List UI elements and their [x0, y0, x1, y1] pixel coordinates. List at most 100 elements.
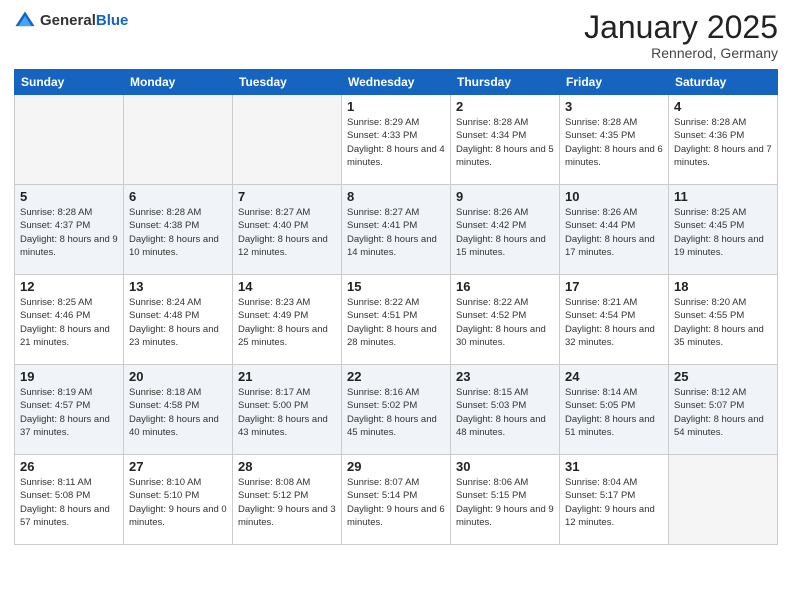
day-info: Sunrise: 8:28 AM Sunset: 4:34 PM Dayligh…	[456, 116, 554, 169]
day-number: 13	[129, 279, 227, 294]
day-number: 31	[565, 459, 663, 474]
calendar-cell: 1Sunrise: 8:29 AM Sunset: 4:33 PM Daylig…	[342, 95, 451, 185]
header-tuesday: Tuesday	[233, 70, 342, 95]
day-number: 7	[238, 189, 336, 204]
day-number: 16	[456, 279, 554, 294]
day-info: Sunrise: 8:27 AM Sunset: 4:40 PM Dayligh…	[238, 206, 336, 259]
calendar-cell: 28Sunrise: 8:08 AM Sunset: 5:12 PM Dayli…	[233, 455, 342, 545]
calendar-cell	[669, 455, 778, 545]
calendar-week-4: 19 Sunrise: 8:19 AM Sunset: 4:57 PM Dayli…	[15, 365, 778, 455]
day-info: Sunrise: 8:23 AM Sunset: 4:49 PM Dayligh…	[238, 296, 336, 349]
calendar-cell: 6 Sunrise: 8:28 AM Sunset: 4:38 PM Daylig…	[124, 185, 233, 275]
day-info: Sunrise: 8:12 AM Sunset: 5:07 PM Dayligh…	[674, 386, 772, 439]
day-number: 6	[129, 189, 227, 204]
day-number: 17	[565, 279, 663, 294]
day-info: Sunrise: 8:14 AM Sunset: 5:05 PM Dayligh…	[565, 386, 663, 439]
calendar-cell: 23 Sunrise: 8:15 AM Sunset: 5:03 PM Dayli…	[451, 365, 560, 455]
calendar-cell: 3Sunrise: 8:28 AM Sunset: 4:35 PM Daylig…	[560, 95, 669, 185]
day-info: Sunrise: 8:28 AM Sunset: 4:35 PM Dayligh…	[565, 116, 663, 169]
calendar: Sunday Monday Tuesday Wednesday Thursday…	[14, 69, 778, 545]
calendar-cell: 14 Sunrise: 8:23 AM Sunset: 4:49 PM Dayli…	[233, 275, 342, 365]
day-number: 25	[674, 369, 772, 384]
calendar-cell	[15, 95, 124, 185]
calendar-cell: 27 Sunrise: 8:10 AM Sunset: 5:10 PM Dayli…	[124, 455, 233, 545]
day-number: 15	[347, 279, 445, 294]
day-number: 11	[674, 189, 772, 204]
day-info: Sunrise: 8:28 AM Sunset: 4:37 PM Dayligh…	[20, 206, 118, 259]
day-number: 30	[456, 459, 554, 474]
day-number: 9	[456, 189, 554, 204]
header-sunday: Sunday	[15, 70, 124, 95]
day-number: 10	[565, 189, 663, 204]
calendar-cell: 16 Sunrise: 8:22 AM Sunset: 4:52 PM Dayli…	[451, 275, 560, 365]
day-info: Sunrise: 8:22 AM Sunset: 4:51 PM Dayligh…	[347, 296, 445, 349]
location: Rennerod, Germany	[584, 45, 778, 61]
title-block: January 2025 Rennerod, Germany	[584, 10, 778, 61]
calendar-cell: 17 Sunrise: 8:21 AM Sunset: 4:54 PM Dayli…	[560, 275, 669, 365]
month-title: January 2025	[584, 10, 778, 45]
calendar-cell: 9 Sunrise: 8:26 AM Sunset: 4:42 PM Daylig…	[451, 185, 560, 275]
day-number: 8	[347, 189, 445, 204]
weekday-header-row: Sunday Monday Tuesday Wednesday Thursday…	[15, 70, 778, 95]
logo: GeneralBlue	[14, 10, 128, 32]
calendar-cell: 22 Sunrise: 8:16 AM Sunset: 5:02 PM Dayli…	[342, 365, 451, 455]
day-info: Sunrise: 8:06 AM Sunset: 5:15 PM Dayligh…	[456, 476, 554, 529]
day-number: 1	[347, 99, 445, 114]
calendar-body: 1Sunrise: 8:29 AM Sunset: 4:33 PM Daylig…	[15, 95, 778, 545]
day-info: Sunrise: 8:22 AM Sunset: 4:52 PM Dayligh…	[456, 296, 554, 349]
day-info: Sunrise: 8:28 AM Sunset: 4:38 PM Dayligh…	[129, 206, 227, 259]
calendar-cell: 5Sunrise: 8:28 AM Sunset: 4:37 PM Daylig…	[15, 185, 124, 275]
day-number: 22	[347, 369, 445, 384]
day-number: 14	[238, 279, 336, 294]
day-info: Sunrise: 8:24 AM Sunset: 4:48 PM Dayligh…	[129, 296, 227, 349]
day-info: Sunrise: 8:04 AM Sunset: 5:17 PM Dayligh…	[565, 476, 663, 529]
day-number: 27	[129, 459, 227, 474]
calendar-cell	[233, 95, 342, 185]
calendar-cell: 11 Sunrise: 8:25 AM Sunset: 4:45 PM Dayli…	[669, 185, 778, 275]
calendar-cell: 12 Sunrise: 8:25 AM Sunset: 4:46 PM Dayli…	[15, 275, 124, 365]
header-saturday: Saturday	[669, 70, 778, 95]
calendar-cell: 21 Sunrise: 8:17 AM Sunset: 5:00 PM Dayli…	[233, 365, 342, 455]
calendar-cell: 10 Sunrise: 8:26 AM Sunset: 4:44 PM Dayli…	[560, 185, 669, 275]
day-number: 20	[129, 369, 227, 384]
header-wednesday: Wednesday	[342, 70, 451, 95]
day-number: 18	[674, 279, 772, 294]
day-info: Sunrise: 8:25 AM Sunset: 4:45 PM Dayligh…	[674, 206, 772, 259]
day-number: 24	[565, 369, 663, 384]
calendar-week-5: 26Sunrise: 8:11 AM Sunset: 5:08 PM Dayli…	[15, 455, 778, 545]
day-info: Sunrise: 8:26 AM Sunset: 4:42 PM Dayligh…	[456, 206, 554, 259]
day-number: 21	[238, 369, 336, 384]
calendar-cell: 18Sunrise: 8:20 AM Sunset: 4:55 PM Dayli…	[669, 275, 778, 365]
calendar-cell: 8 Sunrise: 8:27 AM Sunset: 4:41 PM Daylig…	[342, 185, 451, 275]
day-info: Sunrise: 8:10 AM Sunset: 5:10 PM Dayligh…	[129, 476, 227, 529]
header: GeneralBlue January 2025 Rennerod, Germa…	[14, 10, 778, 61]
day-info: Sunrise: 8:28 AM Sunset: 4:36 PM Dayligh…	[674, 116, 772, 169]
day-number: 2	[456, 99, 554, 114]
day-number: 23	[456, 369, 554, 384]
day-number: 19	[20, 369, 118, 384]
day-info: Sunrise: 8:25 AM Sunset: 4:46 PM Dayligh…	[20, 296, 118, 349]
calendar-week-3: 12 Sunrise: 8:25 AM Sunset: 4:46 PM Dayli…	[15, 275, 778, 365]
day-info: Sunrise: 8:17 AM Sunset: 5:00 PM Dayligh…	[238, 386, 336, 439]
logo-icon	[14, 10, 36, 32]
calendar-cell: 29Sunrise: 8:07 AM Sunset: 5:14 PM Dayli…	[342, 455, 451, 545]
day-number: 12	[20, 279, 118, 294]
calendar-cell: 13 Sunrise: 8:24 AM Sunset: 4:48 PM Dayli…	[124, 275, 233, 365]
day-info: Sunrise: 8:27 AM Sunset: 4:41 PM Dayligh…	[347, 206, 445, 259]
day-info: Sunrise: 8:15 AM Sunset: 5:03 PM Dayligh…	[456, 386, 554, 439]
calendar-week-2: 5Sunrise: 8:28 AM Sunset: 4:37 PM Daylig…	[15, 185, 778, 275]
logo-general-text: GeneralBlue	[40, 12, 128, 30]
calendar-cell: 25 Sunrise: 8:12 AM Sunset: 5:07 PM Dayli…	[669, 365, 778, 455]
calendar-cell: 4Sunrise: 8:28 AM Sunset: 4:36 PM Daylig…	[669, 95, 778, 185]
page: GeneralBlue January 2025 Rennerod, Germa…	[0, 0, 792, 612]
day-info: Sunrise: 8:16 AM Sunset: 5:02 PM Dayligh…	[347, 386, 445, 439]
day-info: Sunrise: 8:19 AM Sunset: 4:57 PM Dayligh…	[20, 386, 118, 439]
day-info: Sunrise: 8:21 AM Sunset: 4:54 PM Dayligh…	[565, 296, 663, 349]
calendar-week-1: 1Sunrise: 8:29 AM Sunset: 4:33 PM Daylig…	[15, 95, 778, 185]
day-info: Sunrise: 8:26 AM Sunset: 4:44 PM Dayligh…	[565, 206, 663, 259]
day-number: 26	[20, 459, 118, 474]
calendar-cell: 20Sunrise: 8:18 AM Sunset: 4:58 PM Dayli…	[124, 365, 233, 455]
calendar-cell: 2 Sunrise: 8:28 AM Sunset: 4:34 PM Daylig…	[451, 95, 560, 185]
calendar-cell: 31 Sunrise: 8:04 AM Sunset: 5:17 PM Dayli…	[560, 455, 669, 545]
calendar-cell: 26Sunrise: 8:11 AM Sunset: 5:08 PM Dayli…	[15, 455, 124, 545]
